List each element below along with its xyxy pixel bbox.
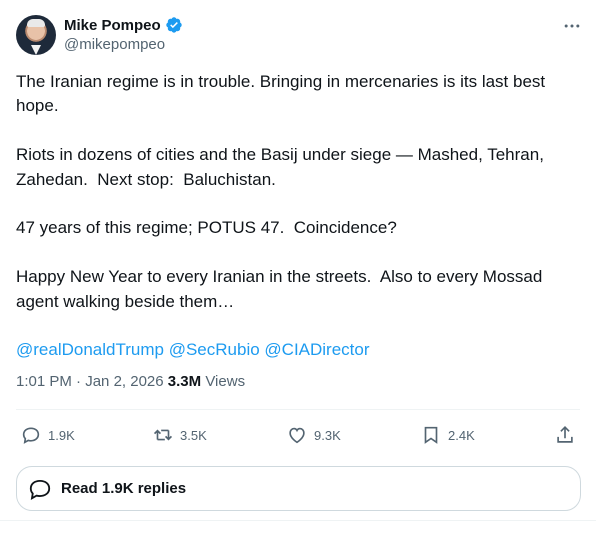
tweet-paragraph: 47 years of this regime; POTUS 47. Coinc… <box>16 218 397 238</box>
views-count: 3.3M <box>167 373 202 390</box>
avatar-shirt <box>31 45 41 55</box>
like-count: 9.3K <box>314 427 341 443</box>
bookmark-count: 2.4K <box>448 427 475 443</box>
author-name-row: Mike Pompeo <box>64 15 183 35</box>
reply-bubble-icon <box>29 479 51 500</box>
tweet-text: The Iranian regime is in trouble. Bringi… <box>16 70 576 363</box>
avatar-hair <box>27 19 45 27</box>
retweet-button[interactable]: 3.5K <box>152 424 207 446</box>
tweet-time[interactable]: 1:01 PM <box>16 373 72 390</box>
avatar[interactable] <box>16 15 56 55</box>
share-icon <box>557 426 573 443</box>
more-dots <box>564 24 580 28</box>
author-name[interactable]: Mike Pompeo <box>64 17 161 34</box>
divider <box>0 520 596 521</box>
tweet-meta: 1:01 PM · Jan 2, 2026 3.3M Views <box>16 373 245 390</box>
divider <box>16 409 580 410</box>
more-horizontal-icon[interactable] <box>560 14 584 38</box>
reply-count: 1.9K <box>48 427 75 443</box>
action-bar: 1.9K 3.5K 9.3K 2.4K <box>16 420 580 450</box>
tweet-paragraph: Riots in dozens of cities and the Basij … <box>16 145 549 189</box>
mention-link[interactable]: @realDonaldTrump <box>16 340 164 359</box>
mentions: @realDonaldTrump @SecRubio @CIADirector <box>16 338 576 362</box>
reply-bubble-icon <box>22 427 40 444</box>
mention-link[interactable]: @SecRubio <box>169 340 260 359</box>
share-button[interactable] <box>554 424 576 446</box>
tweet-paragraph: Happy New Year to every Iranian in the s… <box>16 267 548 311</box>
read-replies-button[interactable]: Read 1.9K replies <box>16 466 581 511</box>
verified-badge-icon <box>165 17 182 33</box>
views-label: Views <box>205 373 246 390</box>
tweet: Mike Pompeo @mikepompeo The Iranian regi… <box>0 0 596 543</box>
tweet-paragraph: The Iranian regime is in trouble. Bringi… <box>16 72 550 116</box>
reply-button[interactable]: 1.9K <box>20 424 75 446</box>
tweet-date[interactable]: Jan 2, 2026 <box>85 373 163 390</box>
retweet-icon <box>153 429 173 441</box>
bookmark-button[interactable]: 2.4K <box>420 424 475 446</box>
read-replies-label: Read 1.9K replies <box>61 480 187 497</box>
author-handle[interactable]: @mikepompeo <box>64 36 165 53</box>
bookmark-icon <box>424 426 438 444</box>
meta-separator: · <box>71 373 86 390</box>
retweet-count: 3.5K <box>180 427 207 443</box>
like-button[interactable]: 9.3K <box>286 424 341 446</box>
mention-link[interactable]: @CIADirector <box>264 340 369 359</box>
heart-icon <box>289 427 305 444</box>
